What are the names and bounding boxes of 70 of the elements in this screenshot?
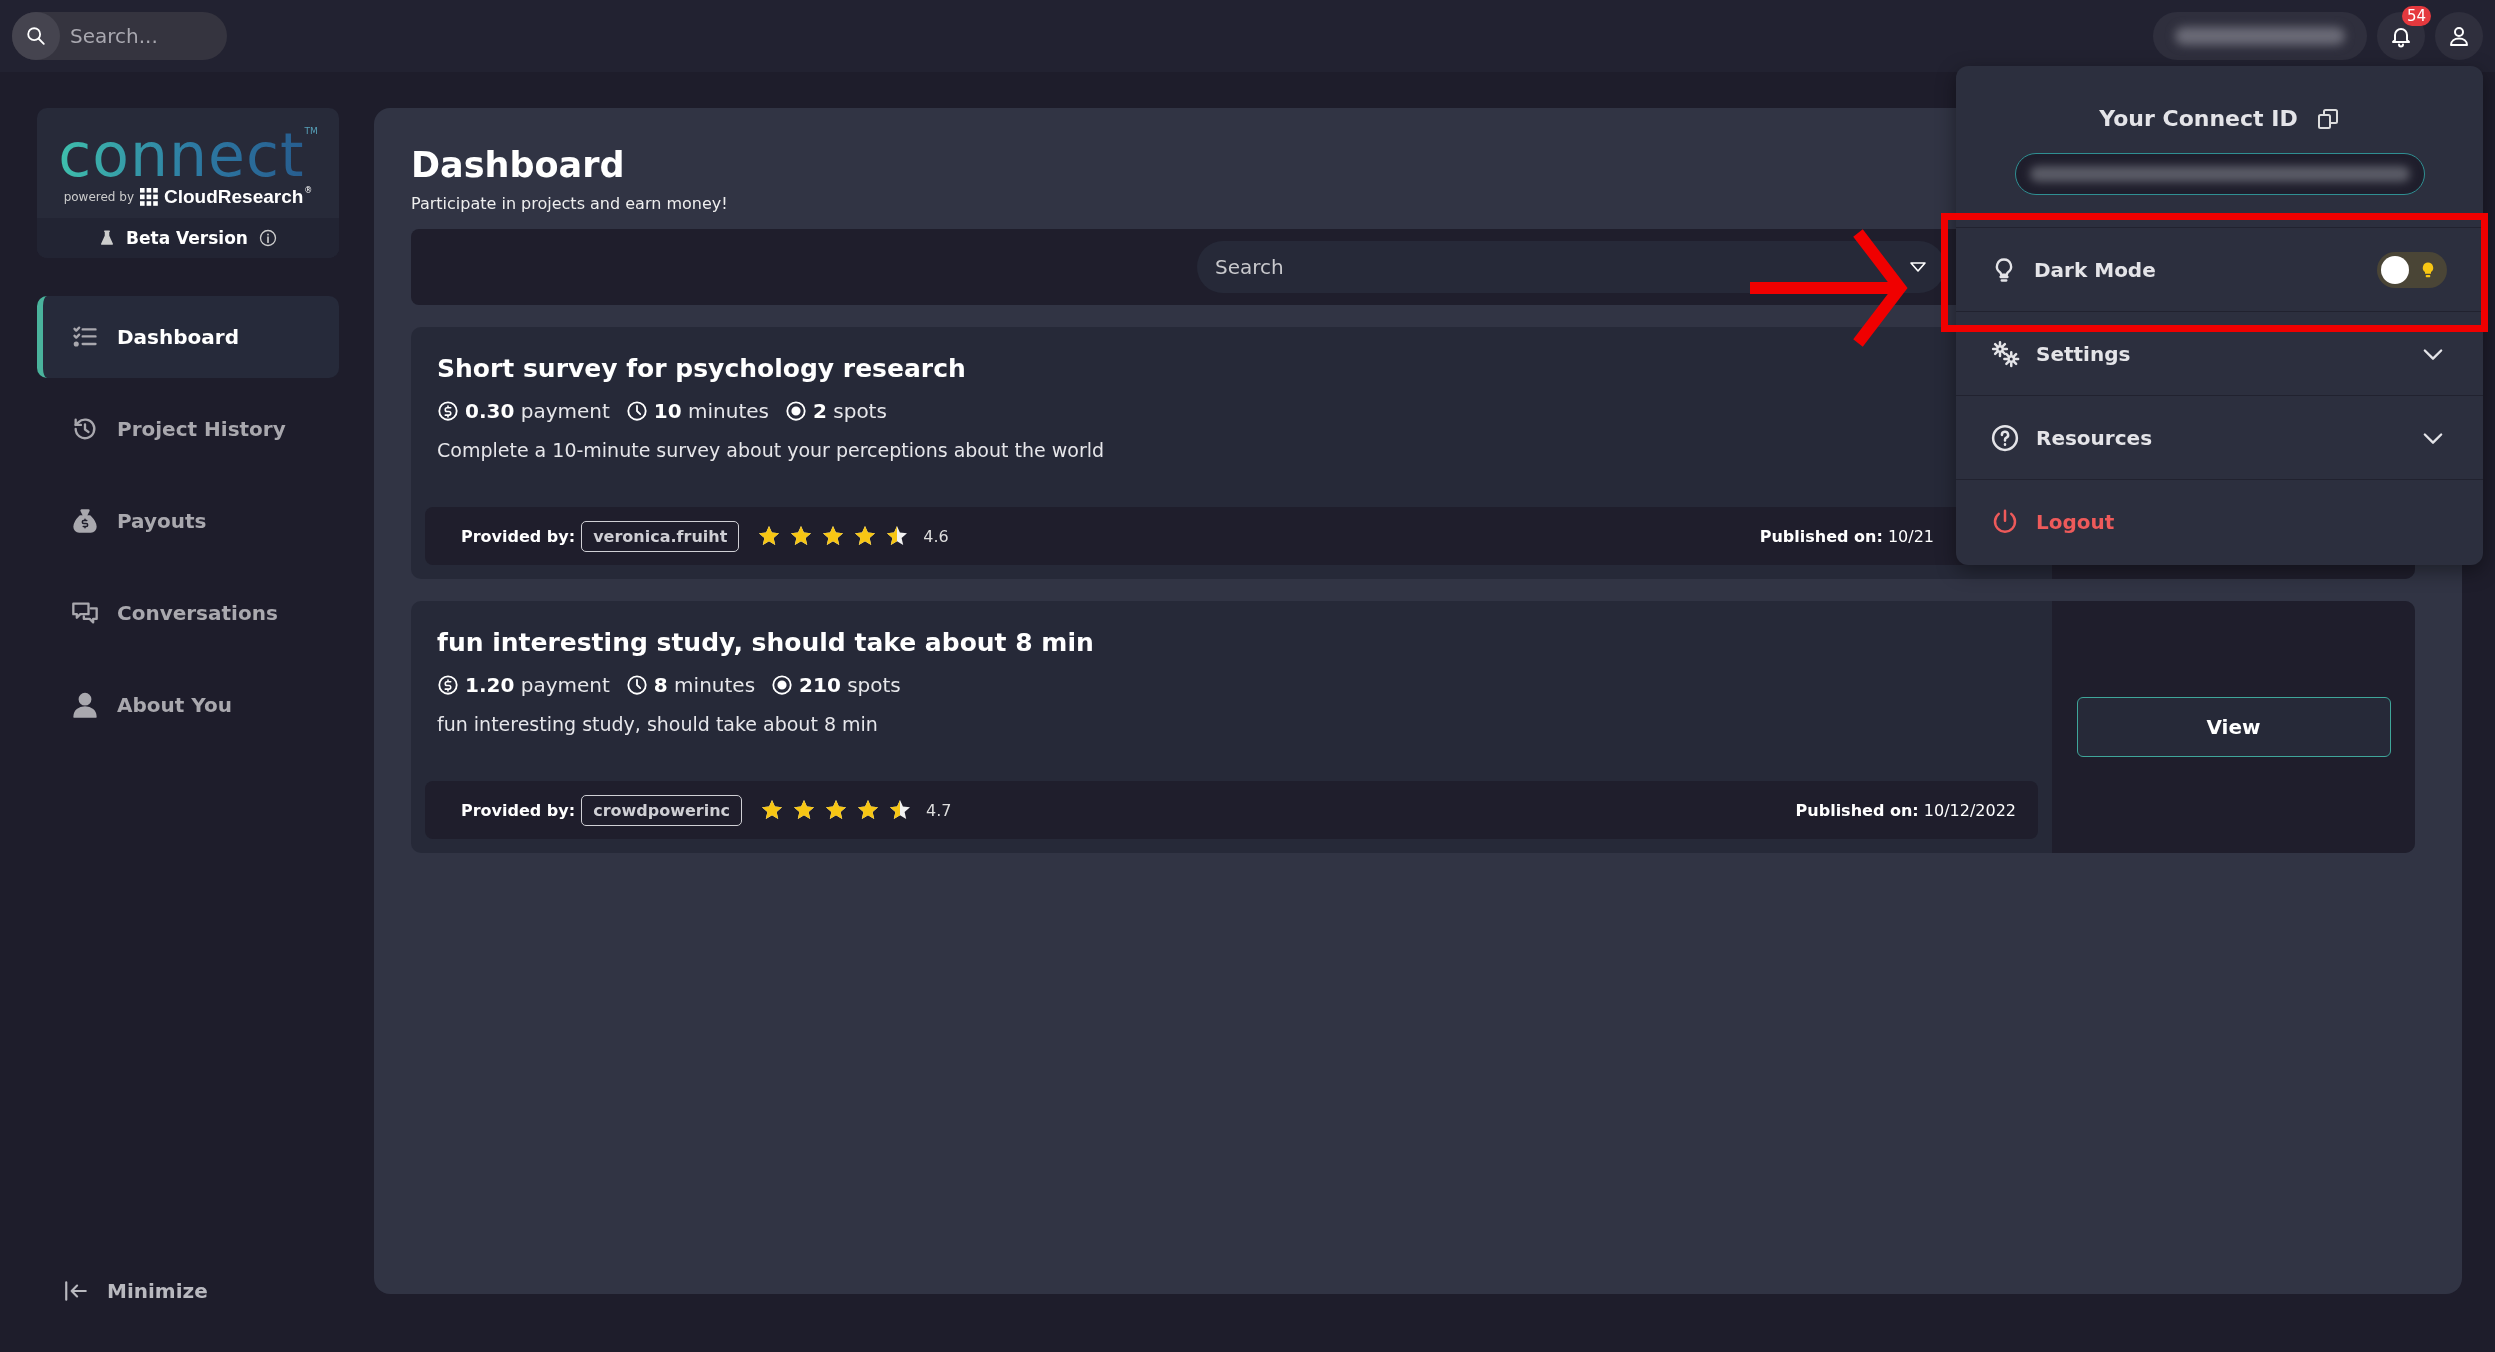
menu-item-label: Dark Mode: [2034, 257, 2157, 282]
rating-value: 4.7: [926, 800, 952, 820]
account-button[interactable]: [2435, 12, 2483, 60]
star-icon: [792, 798, 817, 822]
info-icon: [257, 228, 278, 248]
sidebar-item[interactable]: Project History: [37, 388, 339, 470]
star-icon: [789, 524, 814, 548]
published-date: Published on: 10/12/2022: [1795, 800, 2016, 820]
star-icon: [885, 524, 910, 548]
star-icon: [757, 524, 782, 548]
rating-value: 4.6: [923, 526, 949, 546]
project-title: Short survey for psychology research: [436, 353, 966, 385]
minimize-button[interactable]: Minimize: [37, 1278, 374, 1304]
project-detail: 0.30 payment: [465, 399, 610, 423]
brand-name: CloudResearch: [164, 186, 304, 208]
provided-by-label: Provided by:: [461, 800, 576, 820]
target-icon: [785, 400, 807, 422]
view-button[interactable]: View: [2076, 697, 2391, 757]
star-icon: [856, 798, 881, 822]
search-icon: [25, 25, 47, 47]
provider-tag[interactable]: crowdpowerinc: [581, 794, 743, 826]
beta-label: Beta Version: [126, 228, 248, 248]
star-icon: [760, 798, 785, 822]
project-detail: 210 spots: [799, 673, 901, 697]
dollar-icon: [437, 400, 459, 422]
menu-item[interactable]: Settings: [1956, 311, 2483, 395]
star-icon: [824, 798, 849, 822]
user-name-pill[interactable]: [2153, 12, 2367, 60]
star-icon: [821, 524, 846, 548]
star-icon: [853, 524, 878, 548]
person-icon: [71, 691, 99, 719]
sidebar-item[interactable]: Payouts: [37, 480, 339, 562]
page-subtitle: Participate in projects and earn money!: [411, 194, 728, 213]
dropdown-icon[interactable]: [1909, 260, 1927, 274]
star-icon: [888, 798, 913, 822]
target-icon: [771, 674, 794, 696]
project-description: fun interesting study, should take about 8 min: [436, 713, 878, 735]
help-icon: [1990, 422, 2020, 453]
project-title: fun interesting study, should take about 8 min: [436, 627, 1094, 659]
provider-tag[interactable]: veronica.fruiht: [581, 520, 740, 552]
connect-id-field[interactable]: [2014, 153, 2425, 195]
project-detail: 2 spots: [813, 399, 887, 423]
menu-item[interactable]: Resources: [1956, 395, 2483, 479]
copy-icon[interactable]: [2315, 106, 2340, 131]
sidebar-item[interactable]: Conversations: [37, 572, 339, 654]
page-title: Dashboard: [411, 144, 625, 187]
registered-mark: ®: [304, 186, 313, 195]
dark-mode-switch[interactable]: [2377, 251, 2447, 288]
dollar-icon: [437, 674, 459, 696]
project-detail: 8 minutes: [653, 673, 756, 697]
search-button[interactable]: [12, 12, 60, 60]
sidebar-item[interactable]: About You: [37, 664, 339, 746]
user-icon: [2447, 24, 2471, 48]
project-detail: 1.20 payment: [465, 673, 610, 697]
sidebar-item[interactable]: Dashboard: [37, 296, 339, 378]
collapse-icon: [63, 1278, 89, 1304]
notification-count: 54: [2401, 6, 2431, 26]
clock-icon: [625, 400, 648, 422]
powered-by-label: powered by: [63, 190, 134, 204]
gears-icon: [1990, 338, 2020, 369]
logout-item[interactable]: Logout: [1956, 479, 2483, 563]
provided-by-label: Provided by:: [461, 526, 576, 546]
menu-title: Your Connect ID: [2099, 106, 2298, 131]
clock-icon: [625, 674, 648, 696]
trademark-mark: TM: [304, 126, 318, 136]
money-bag-icon: [71, 507, 99, 535]
project-description: Complete a 10-minute survey about your perceptions about the world: [436, 439, 1105, 461]
published-date: Published on: 10/21: [1759, 526, 1934, 546]
project-detail: 10 minutes: [653, 399, 769, 423]
grid-icon: [140, 188, 158, 206]
